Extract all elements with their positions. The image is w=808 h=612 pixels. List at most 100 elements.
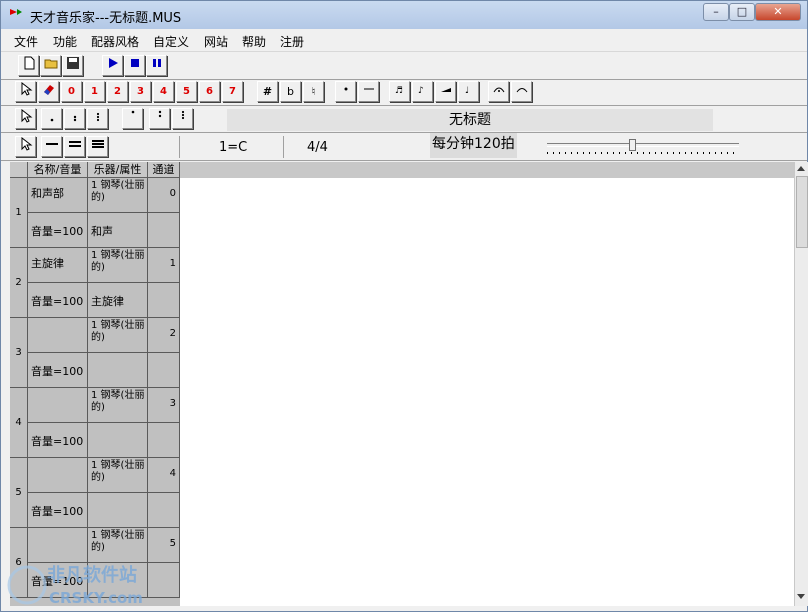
underline-1-button[interactable] [41,136,62,157]
pause-button[interactable] [146,55,167,76]
select-pointer-button-3[interactable] [15,136,36,157]
low-octave-1-button[interactable] [41,108,62,129]
slur-icon [516,88,527,93]
track-volume-cell[interactable]: 音量=100 [28,423,88,458]
score-title[interactable]: 无标题 [227,109,713,131]
menu-help[interactable]: 帮助 [242,33,266,50]
tool-a-button[interactable]: ♬ [389,81,410,102]
digit-3-button[interactable]: 3 [130,81,151,102]
track-instrument-cell[interactable]: 1 钢琴(壮丽的) [88,318,148,353]
track-channel-cell[interactable]: 3 [148,388,180,423]
key-signature[interactable]: 1=C [219,135,247,160]
close-button[interactable]: ✕ [755,3,801,21]
maximize-button[interactable]: □ [729,3,755,21]
track-attr-cell[interactable] [88,493,148,528]
slur-button[interactable] [511,81,532,102]
track-channel-cell[interactable]: 2 [148,318,180,353]
svg-text:♪: ♪ [418,86,424,96]
tempo-slider[interactable] [547,139,739,156]
track-channel-cell[interactable]: 1 [148,248,180,283]
underline-3-button[interactable] [87,136,108,157]
dot-button[interactable] [335,81,356,102]
dash-icon [363,88,374,90]
track-volume-cell[interactable]: 音量=100 [28,213,88,248]
digit-7-button[interactable]: 7 [222,81,243,102]
natural-button[interactable]: ♮ [303,81,324,102]
arrow-pointer-icon [21,81,32,96]
high-octave-2-button[interactable] [149,108,170,129]
new-file-icon [24,56,34,70]
save-button[interactable] [62,55,83,76]
crescendo-icon [440,88,451,92]
arrow-pointer-icon [21,136,32,151]
menu-custom[interactable]: 自定义 [153,33,189,50]
high-octave-1-button[interactable] [122,108,143,129]
slider-thumb[interactable] [629,139,636,151]
select-pointer-button[interactable] [15,81,36,102]
menu-file[interactable]: 文件 [14,33,38,50]
low-octave-3-button[interactable] [87,108,108,129]
new-file-button[interactable] [18,55,39,76]
select-pointer-button-2[interactable] [15,108,36,129]
open-file-button[interactable] [40,55,61,76]
scroll-down-arrow[interactable] [797,594,805,599]
low-octave-2-button[interactable] [64,108,85,129]
track-attr-cell[interactable] [88,353,148,388]
flat-button[interactable]: b [280,81,301,102]
double-dot-above-icon [158,110,161,118]
sharp-button[interactable]: # [257,81,278,102]
menu-register[interactable]: 注册 [280,33,304,50]
track-instrument-cell[interactable]: 1 钢琴(壮丽的) [88,178,148,213]
track-instrument-cell[interactable]: 1 钢琴(壮丽的) [88,458,148,493]
track-name-cell[interactable] [28,388,88,423]
canvas-ruler [180,162,794,178]
track-attr-cell[interactable]: 和声 [88,213,148,248]
track-instrument-cell[interactable]: 1 钢琴(壮丽的) [88,388,148,423]
digit-0-button[interactable]: 0 [61,81,82,102]
underline-2-button[interactable] [64,136,85,157]
slider-ticks [547,152,739,154]
fermata-button[interactable] [488,81,509,102]
digit-2-button[interactable]: 2 [107,81,128,102]
track-volume-cell[interactable]: 音量=100 [28,283,88,318]
digit-1-button[interactable]: 1 [84,81,105,102]
track-name-cell[interactable] [28,318,88,353]
tool-c-button[interactable]: ♩ [458,81,479,102]
score-canvas[interactable] [180,162,794,606]
track-instrument-cell[interactable]: 1 钢琴(壮丽的) [88,248,148,283]
folder-open-icon [44,59,57,69]
digit-5-button[interactable]: 5 [176,81,197,102]
triple-dot-below-icon [96,112,99,122]
high-octave-3-button[interactable] [172,108,193,129]
digit-4-button[interactable]: 4 [153,81,174,102]
dash-button[interactable] [358,81,379,102]
scroll-up-arrow[interactable] [797,166,805,171]
tool-b-button[interactable]: ♪ [412,81,433,102]
track-channel-cell[interactable]: 0 [148,178,180,213]
track-channel-cell[interactable]: 4 [148,458,180,493]
track-volume-cell[interactable]: 音量=100 [28,493,88,528]
vertical-scrollbar[interactable] [794,162,808,606]
menu-style[interactable]: 配器风格 [91,33,139,50]
menu-function[interactable]: 功能 [53,33,77,50]
eraser-button[interactable] [38,81,59,102]
track-attr-cell[interactable]: 主旋律 [88,283,148,318]
stop-button[interactable] [124,55,145,76]
track-name-cell[interactable] [28,458,88,493]
triple-line-icon [91,140,104,148]
pause-icon [152,59,161,67]
track-volume-cell[interactable]: 音量=100 [28,353,88,388]
menu-website[interactable]: 网站 [204,33,228,50]
ornament-icon: ♩ [465,86,469,96]
track-name-cell[interactable]: 和声部 [28,178,88,213]
digit-6-button[interactable]: 6 [199,81,220,102]
dot-below-icon [50,118,53,122]
track-attr-cell[interactable] [88,423,148,458]
window-title: 天才音乐家---无标题.MUS [30,11,182,26]
minimize-button[interactable]: – [703,3,729,21]
time-signature[interactable]: 4/4 [307,135,328,160]
crescendo-button[interactable] [435,81,456,102]
play-button[interactable] [102,55,123,76]
scroll-thumb[interactable] [796,176,808,248]
track-name-cell[interactable]: 主旋律 [28,248,88,283]
